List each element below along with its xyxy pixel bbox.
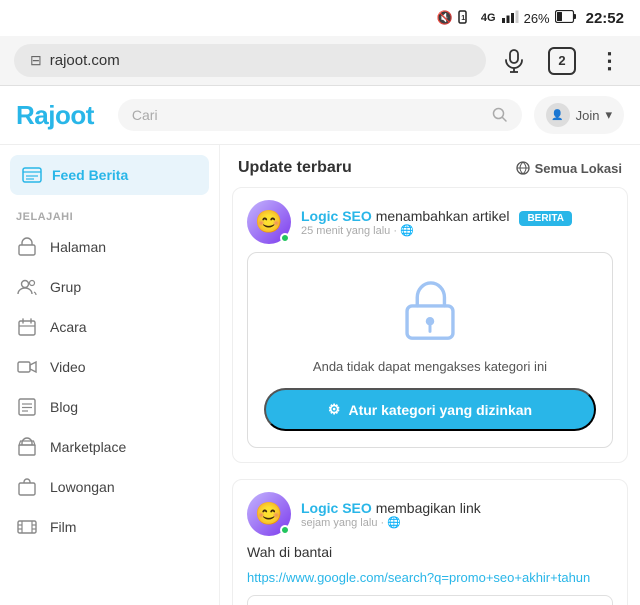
body-layout: Feed Berita JELAJAHI Halaman Grup Acar bbox=[0, 145, 640, 605]
url-bar[interactable]: ⊟ rajoot.com bbox=[14, 44, 486, 77]
browser-icons: 2 ⋮ bbox=[498, 45, 626, 77]
url-text: rajoot.com bbox=[50, 52, 120, 69]
marketplace-icon bbox=[16, 436, 38, 458]
post-card-2: 😊 Logic SEO membagikan link sejam yang l… bbox=[232, 479, 628, 605]
post-2-time: sejam yang lalu · 🌐 bbox=[301, 516, 613, 529]
atur-icon: ⚙ bbox=[328, 401, 341, 418]
mute-icon: 🔇 bbox=[437, 10, 453, 26]
top-nav: Rajoot Cari 👤 Join ▾ bbox=[0, 86, 640, 145]
join-arrow: ▾ bbox=[605, 107, 612, 123]
author-name-2: Logic SEO bbox=[301, 500, 372, 516]
grup-icon bbox=[16, 276, 38, 298]
post-1-author: Logic SEO menambahkan artikel BERITA bbox=[301, 208, 613, 224]
post-1-action: menambahkan artikel bbox=[376, 208, 510, 224]
acara-icon bbox=[16, 316, 38, 338]
author-name-1: Logic SEO bbox=[301, 208, 372, 224]
post-2-avatar: 😊 bbox=[247, 492, 291, 536]
film-icon bbox=[16, 516, 38, 538]
post-2-text: Wah di bantai bbox=[233, 544, 627, 570]
video-label: Video bbox=[50, 359, 86, 375]
sidebar-item-halaman[interactable]: Halaman bbox=[0, 227, 219, 267]
post-2-action: membagikan link bbox=[376, 500, 481, 516]
join-label: Join bbox=[576, 108, 600, 123]
post-card-1: 😊 Logic SEO menambahkan artikel BERITA 2… bbox=[232, 187, 628, 463]
search-bar[interactable]: Cari bbox=[118, 99, 522, 131]
sidebar-item-lowongan[interactable]: Lowongan bbox=[0, 467, 219, 507]
lock-box: Anda tidak dapat mengakses kategori ini … bbox=[247, 252, 613, 448]
location-filter[interactable]: Semua Lokasi bbox=[516, 161, 622, 176]
halaman-label: Halaman bbox=[50, 239, 106, 255]
signal-4g: 4G bbox=[481, 12, 496, 24]
status-icons: 🔇 1 4G 26% 22:52 bbox=[437, 10, 624, 27]
sidebar-item-acara[interactable]: Acara bbox=[0, 307, 219, 347]
update-terbaru-title: Update terbaru bbox=[238, 159, 352, 177]
video-icon bbox=[16, 356, 38, 378]
post-2-meta: Logic SEO membagikan link sejam yang lal… bbox=[301, 500, 613, 529]
user-avatar-small: 👤 bbox=[546, 103, 570, 127]
lock-icon bbox=[396, 277, 464, 345]
sidebar-item-video[interactable]: Video bbox=[0, 347, 219, 387]
post-1-header: 😊 Logic SEO menambahkan artikel BERITA 2… bbox=[233, 188, 627, 252]
atur-kategori-button[interactable]: ⚙ Atur kategori yang dizinkan bbox=[264, 388, 596, 431]
feed-label: Feed Berita bbox=[52, 167, 128, 183]
link-preview[interactable]: promo seo akhir tahun - Google Search bbox=[247, 595, 613, 605]
status-bar: 🔇 1 4G 26% 22:52 bbox=[0, 0, 640, 36]
join-button[interactable]: 👤 Join ▾ bbox=[534, 96, 624, 134]
sidebar-item-film[interactable]: Film bbox=[0, 507, 219, 547]
halaman-icon bbox=[16, 236, 38, 258]
battery-percent: 26% bbox=[524, 11, 550, 26]
berita-badge: BERITA bbox=[519, 211, 571, 226]
post-1-meta: Logic SEO menambahkan artikel BERITA 25 … bbox=[301, 208, 613, 237]
location-label: Semua Lokasi bbox=[535, 161, 622, 176]
lowongan-icon bbox=[16, 476, 38, 498]
jelajahi-section-label: JELAJAHI bbox=[0, 205, 219, 227]
post-2-author: Logic SEO membagikan link bbox=[301, 500, 613, 516]
online-indicator-2 bbox=[280, 525, 290, 535]
tab-count-icon[interactable]: 2 bbox=[546, 45, 578, 77]
post-2-link[interactable]: https://www.google.com/search?q=promo+se… bbox=[233, 570, 627, 585]
app-container: Rajoot Cari 👤 Join ▾ Feed Berita JELAJAH… bbox=[0, 86, 640, 605]
post-2-link-anchor[interactable]: https://www.google.com/search?q=promo+se… bbox=[247, 570, 590, 585]
grup-label: Grup bbox=[50, 279, 81, 295]
sidebar-item-marketplace[interactable]: Marketplace bbox=[0, 427, 219, 467]
post-1-avatar: 😊 bbox=[247, 200, 291, 244]
blog-label: Blog bbox=[50, 399, 78, 415]
blog-icon bbox=[16, 396, 38, 418]
content-header: Update terbaru Semua Lokasi bbox=[220, 145, 640, 187]
atur-label: Atur kategori yang dizinkan bbox=[348, 402, 532, 418]
app-logo: Rajoot bbox=[16, 100, 94, 131]
sidebar-item-blog[interactable]: Blog bbox=[0, 387, 219, 427]
svg-text:1: 1 bbox=[461, 15, 465, 22]
feed-berita-button[interactable]: Feed Berita bbox=[10, 155, 209, 195]
microphone-icon[interactable] bbox=[498, 45, 530, 77]
sim-icon: 1 bbox=[458, 10, 476, 27]
more-options-icon[interactable]: ⋮ bbox=[594, 45, 626, 77]
lock-message: Anda tidak dapat mengakses kategori ini bbox=[313, 359, 547, 374]
status-time: 22:52 bbox=[586, 10, 624, 27]
search-placeholder: Cari bbox=[132, 107, 158, 123]
online-indicator bbox=[280, 233, 290, 243]
film-label: Film bbox=[50, 519, 76, 535]
main-content: Update terbaru Semua Lokasi 😊 Logic SEO bbox=[220, 145, 640, 605]
lowongan-label: Lowongan bbox=[50, 479, 115, 495]
signal-bars-icon bbox=[501, 10, 519, 27]
acara-label: Acara bbox=[50, 319, 87, 335]
url-prefix-icon: ⊟ bbox=[30, 52, 42, 69]
tab-number: 2 bbox=[548, 47, 576, 75]
battery-icon bbox=[555, 10, 577, 26]
sidebar-item-grup[interactable]: Grup bbox=[0, 267, 219, 307]
marketplace-label: Marketplace bbox=[50, 439, 126, 455]
sidebar: Feed Berita JELAJAHI Halaman Grup Acar bbox=[0, 145, 220, 605]
browser-bar: ⊟ rajoot.com 2 ⋮ bbox=[0, 36, 640, 86]
post-2-header: 😊 Logic SEO membagikan link sejam yang l… bbox=[233, 480, 627, 544]
